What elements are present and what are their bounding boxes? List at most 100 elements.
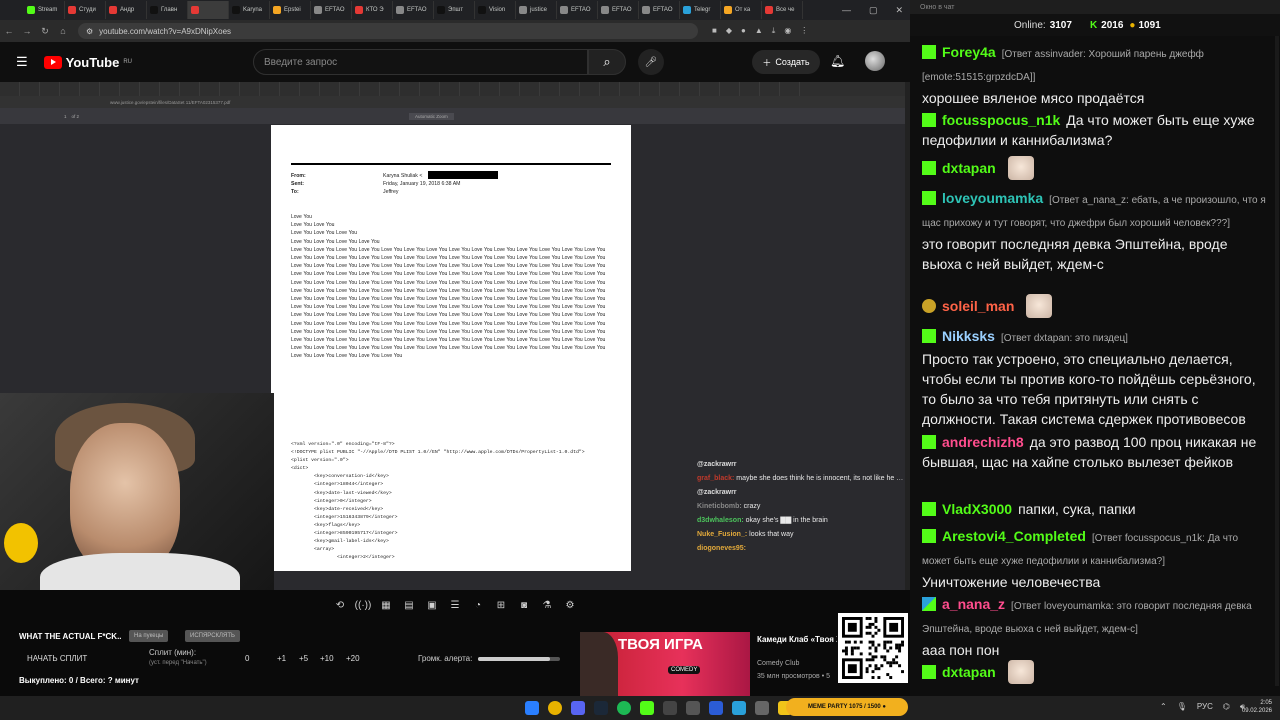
home-icon[interactable]: ⌂ [54, 26, 72, 36]
add-media-icon[interactable]: ⊞ [492, 596, 510, 614]
video-grid-icon[interactable]: ▦ [377, 596, 395, 614]
pill-button[interactable]: На пукецы [129, 630, 169, 642]
split-value-button[interactable]: +20 [346, 654, 360, 663]
extension-icon[interactable]: ■ [712, 26, 717, 36]
split-value-button[interactable]: +1 [277, 654, 286, 663]
search-button[interactable]: ⌕ [588, 49, 626, 75]
gauge-icon[interactable]: ◔ [469, 596, 487, 614]
chrome-icon[interactable] [548, 701, 562, 715]
browser-tab[interactable]: justice [516, 1, 557, 19]
obs-icon[interactable] [663, 701, 677, 715]
gear-icon[interactable]: ⚙ [561, 596, 579, 614]
overlay-chat-message: Nuke_Fusion_: looks that way [697, 528, 905, 542]
chat-scrollbar[interactable] [1275, 36, 1279, 686]
broadcast-icon[interactable]: ((·)) [354, 596, 372, 614]
chat-username[interactable]: dxtapan [942, 664, 996, 680]
clapper-icon[interactable]: ▤ [400, 596, 418, 614]
url-field[interactable]: ⚙ youtube.com/watch?v=A9xDNipXoes [78, 23, 698, 39]
app-icon[interactable] [709, 701, 723, 715]
browser-tab[interactable]: Эпшт [434, 1, 475, 19]
flask-icon[interactable]: ⚗ [538, 596, 556, 614]
back-icon[interactable]: ← [0, 26, 18, 36]
reload-icon[interactable]: ↻ [36, 26, 54, 37]
discord-icon[interactable] [571, 701, 585, 715]
hamburger-icon[interactable]: ☰ [16, 54, 28, 70]
chat-username[interactable]: Nikksks [942, 328, 995, 344]
browser-tab[interactable]: EFTAO [557, 1, 598, 19]
chat-reply-quote[interactable]: [Ответ dxtapan: это пиздец] [1001, 333, 1128, 344]
meme-party-widget[interactable]: MEME PARTY 1075 / 1500 ● [786, 698, 908, 716]
list-icon[interactable]: ☰ [446, 596, 464, 614]
browser-tab[interactable]: Все че [762, 1, 803, 19]
start-split-button[interactable]: НАЧАТЬ СПЛИТ [27, 654, 87, 663]
browser-tab[interactable]: Karyna [229, 1, 270, 19]
lang-indicator[interactable]: РУС [1197, 702, 1213, 712]
extension-icon[interactable]: ● [741, 26, 746, 36]
browser-tab[interactable]: EFTAO [311, 1, 352, 19]
browser-tab[interactable]: Stream [24, 1, 65, 19]
volume-slider[interactable] [478, 657, 560, 661]
browser-tab[interactable]: Андр [106, 1, 147, 19]
network-icon[interactable]: ⌬ [1223, 702, 1230, 712]
minimize-icon[interactable]: — [842, 5, 851, 15]
steam-icon[interactable] [594, 701, 608, 715]
chat-username[interactable]: focusspocus_n1k [942, 112, 1060, 128]
app-icon[interactable] [686, 701, 700, 715]
create-button[interactable]: ＋ Создать [752, 50, 820, 74]
close-icon[interactable]: ✕ [896, 5, 904, 16]
browser-tab[interactable]: Vision [475, 1, 516, 19]
camera-icon[interactable]: ◙ [515, 596, 533, 614]
youtube-logo[interactable]: YouTube RU [43, 55, 132, 70]
chat-username[interactable]: VladX3000 [942, 501, 1012, 517]
chevron-up-icon[interactable]: ⌃ [1160, 702, 1167, 712]
browser-tab[interactable]: Epstei [270, 1, 311, 19]
app-icon[interactable] [755, 701, 769, 715]
qr-module [871, 634, 875, 638]
browser-tab[interactable] [188, 1, 229, 19]
chat-username[interactable]: a_nana_z [942, 596, 1005, 612]
browser-tab[interactable]: EFTAO [598, 1, 639, 19]
mic-button[interactable]: 🎤︎ [638, 49, 664, 75]
qr-module [874, 667, 878, 671]
clock[interactable]: 2:05 09.02.2026 [1242, 699, 1272, 715]
ad-channel[interactable]: Comedy Club [757, 660, 799, 667]
browser-tab[interactable]: EFTAO [639, 1, 680, 19]
browser-tab[interactable]: Студи [65, 1, 106, 19]
chat-username[interactable]: loveyoumamka [942, 190, 1043, 206]
qr-module [868, 664, 872, 668]
pill-button[interactable]: ИСПЯРСКЛЯТЬ [185, 630, 240, 642]
chat-username[interactable]: Forey4a [942, 44, 996, 60]
menu-icon[interactable]: ⋮ [800, 26, 808, 36]
download-icon[interactable]: ⤓ [772, 26, 776, 36]
browser-tab[interactable]: Telegr [680, 1, 721, 19]
extension-icon[interactable]: ▲ [755, 26, 763, 36]
repeat-icon[interactable]: ⟲ [331, 596, 349, 614]
browser-tab[interactable]: Главн [147, 1, 188, 19]
chat-username[interactable]: andrechizh8 [942, 434, 1024, 450]
image-icon[interactable]: ▣ [423, 596, 441, 614]
chat-username[interactable]: dxtapan [942, 160, 996, 176]
chat-username[interactable]: Arestovi4_Completed [942, 528, 1086, 544]
site-info-icon[interactable]: ⚙ [86, 27, 93, 36]
search-input[interactable]: Введите запрос [253, 49, 588, 75]
ad-thumbnail[interactable]: ТВОЯ ИГРА COMEDY [580, 632, 750, 696]
telegram-icon[interactable] [732, 701, 746, 715]
split-value-button[interactable]: +10 [320, 654, 334, 663]
bell-icon[interactable]: 🔔︎ [830, 54, 845, 68]
extension-icon[interactable]: ◆ [726, 26, 732, 36]
avatar[interactable] [865, 51, 885, 71]
browser-tab[interactable]: EFTAO [393, 1, 434, 19]
app-icon[interactable] [640, 701, 654, 715]
split-value-button[interactable]: +5 [299, 654, 308, 663]
forward-icon[interactable]: → [18, 26, 36, 36]
chat-username[interactable]: soleil_man [942, 298, 1014, 314]
mic-icon[interactable]: 🎙︎ [1177, 702, 1187, 712]
profile-icon[interactable]: ◉ [784, 26, 791, 36]
spotify-icon[interactable] [617, 701, 631, 715]
browser-tab[interactable]: От ка [721, 1, 762, 19]
maximize-icon[interactable]: ▢ [869, 5, 878, 16]
ad-title[interactable]: Камеди Клаб «Твоя Харламов Батрутдин [757, 634, 837, 645]
split-value-button[interactable]: 0 [245, 654, 249, 663]
windows-icon[interactable] [525, 701, 539, 715]
browser-tab[interactable]: КТО Э [352, 1, 393, 19]
